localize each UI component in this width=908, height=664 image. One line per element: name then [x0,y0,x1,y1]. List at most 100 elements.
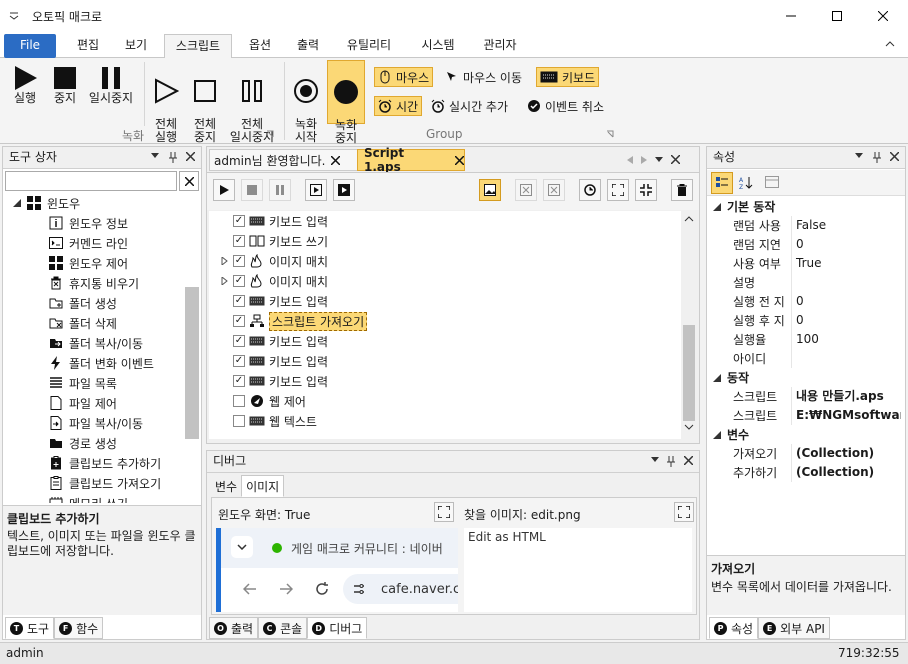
timer-button[interactable] [579,179,601,201]
tab-script[interactable]: 스크립트 [164,34,232,59]
close-icon[interactable] [860,0,906,32]
time-button[interactable]: 시간 [374,96,423,116]
property-row[interactable]: 스크립트 E:₩NGMsoftware₩I [707,406,905,425]
mouse-button[interactable]: 마우스 [374,67,434,87]
stop-tool-button[interactable] [241,179,263,201]
property-value[interactable]: 0 [791,235,901,254]
tool-item[interactable]: 파일 복사/이동 [3,413,183,433]
line-enabled-checkbox[interactable]: ✓ [233,295,245,307]
tool-item[interactable]: 휴지통 비우기 [3,273,183,293]
line-enabled-checkbox[interactable]: ✓ [233,255,245,267]
line-enabled-checkbox[interactable]: ✓ [233,335,245,347]
tab-view[interactable]: 보기 [114,34,158,58]
script-line[interactable]: ✓ 이미지 매치 [209,251,681,271]
close-panel-icon[interactable] [186,152,195,161]
record-stop-button[interactable]: 녹화 중지 [327,60,365,145]
property-category[interactable]: 동작 [707,368,905,387]
tab-admin[interactable]: 관리자 [472,34,528,58]
property-row[interactable]: 추가하기 (Collection) [707,463,905,482]
mouse-move-button[interactable]: 마우스 이동 [442,67,525,87]
collapse-all-button[interactable] [635,179,657,201]
property-row[interactable]: 가져오기 (Collection) [707,444,905,463]
line-enabled-checkbox[interactable]: ✓ [233,315,245,327]
pin-icon[interactable] [169,151,177,163]
property-row[interactable]: 실행 전 지 0 [707,292,905,311]
editor-scroll-thumb[interactable] [683,325,695,421]
tab-system[interactable]: 시스템 [410,34,466,58]
maximize-icon[interactable] [814,0,860,32]
tab-options[interactable]: 옵션 [238,34,282,58]
fullscreen-button[interactable] [434,502,454,522]
property-value[interactable]: 100 [791,330,901,349]
property-row[interactable]: 스크립트 내용 만들기.aps [707,387,905,406]
line-enabled-checkbox[interactable]: ✓ [233,235,245,247]
property-category[interactable]: 기본 동작 [707,197,905,216]
step-run-button[interactable] [305,179,327,201]
tab-image[interactable]: 이미지 [241,475,285,497]
line-enabled-checkbox[interactable]: ✓ [233,275,245,287]
script-line[interactable]: ✓ 스크립트 가져오기 [209,311,681,331]
minimize-icon[interactable] [768,0,814,32]
script-line[interactable]: ✓ 키보드 입력 [209,211,681,231]
script-line[interactable]: ✓ 키보드 쓰기 [209,231,681,251]
doc-tab-script[interactable]: Script 1.aps [357,146,465,174]
fullscreen-button[interactable] [674,502,694,522]
close-panel-icon[interactable] [890,152,899,161]
tab-functions[interactable]: F 함수 [54,617,104,639]
record-start-button[interactable]: 녹화 시작 [288,64,324,157]
tool-item[interactable]: 경로 생성 [3,433,183,453]
enable-button[interactable] [543,179,565,201]
event-cancel-button[interactable]: 이벤트 취소 [524,96,607,116]
dialog-launcher-icon[interactable] [606,130,614,138]
pin-icon[interactable] [873,151,881,163]
property-row[interactable]: 실행율 100 [707,330,905,349]
line-enabled-checkbox[interactable]: ✓ [233,215,245,227]
tab-output[interactable]: 출력 [286,34,330,58]
property-category[interactable]: 변수 [707,425,905,444]
tab-variables[interactable]: 변수 [211,475,241,497]
property-value[interactable] [791,349,901,368]
script-line[interactable]: ✓ 키보드 입력 [209,291,681,311]
tool-item[interactable]: 메모리 쓰기 [3,493,183,503]
script-line[interactable]: 웹 제어 [209,391,681,411]
tab-utility[interactable]: 유틸리티 [336,34,402,58]
property-row[interactable]: 실행 후 지 0 [707,311,905,330]
tool-item[interactable]: 폴더 생성 [3,293,183,313]
property-value[interactable] [791,273,901,292]
pause-tool-button[interactable] [269,179,291,201]
toolbox-search-input[interactable] [5,171,177,191]
stop-button[interactable]: 중지 [48,64,82,105]
run-tool-button[interactable] [213,179,235,201]
tree-root-window[interactable]: 윈도우 [3,193,183,213]
line-enabled-checkbox[interactable]: ✓ [233,375,245,387]
script-line[interactable]: ✓ 키보드 입력 [209,331,681,351]
tool-item[interactable]: 클립보드 추가하기 [3,453,183,473]
collapse-ribbon-icon[interactable] [885,39,895,49]
dropdown-icon[interactable] [855,153,863,159]
system-menu-icon[interactable] [8,10,20,22]
script-line[interactable]: 웹 텍스트 [209,411,681,431]
toolbox-scrollbar[interactable] [185,287,199,439]
pin-icon[interactable] [667,455,675,467]
tool-item[interactable]: 폴더 변화 이벤트 [3,353,183,373]
script-line[interactable]: ✓ 키보드 입력 [209,351,681,371]
categorized-button[interactable] [711,172,733,194]
run-all-button[interactable]: 전체 실행 [148,64,184,157]
tab-tools[interactable]: T 도구 [5,617,55,639]
doc-tab-welcome[interactable]: admin님 환영합니다. [209,149,359,171]
alphabetical-button[interactable]: AZ [735,172,757,194]
tool-item[interactable]: 윈도우 정보 [3,213,183,233]
script-line[interactable]: ✓ 키보드 입력 [209,371,681,391]
keyboard-button[interactable]: 키보드 [536,67,600,87]
property-row[interactable]: 랜덤 사용 False [707,216,905,235]
tool-item[interactable]: 커멘드 라인 [3,233,183,253]
tool-item[interactable]: 파일 제어 [3,393,183,413]
tab-console[interactable]: C 콘솔 [258,617,308,639]
property-row[interactable]: 랜덤 지연 0 [707,235,905,254]
line-enabled-checkbox[interactable]: ✓ [233,355,245,367]
property-value[interactable]: (Collection) [791,463,901,482]
dropdown-icon[interactable] [151,153,159,159]
tool-item[interactable]: 파일 목록 [3,373,183,393]
property-row[interactable]: 사용 여부 True [707,254,905,273]
realtime-add-button[interactable]: 실시간 추가 [428,96,511,116]
